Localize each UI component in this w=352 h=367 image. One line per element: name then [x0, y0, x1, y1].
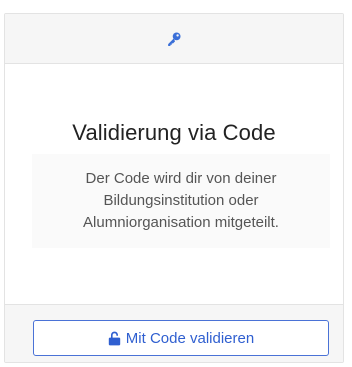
validate-button-label: Mit Code validieren	[125, 329, 255, 347]
key-icon	[168, 31, 181, 46]
description-box: Der Code wird dir von deiner Bildungsins…	[32, 154, 330, 248]
card-title: Validierung via Code	[72, 120, 276, 145]
validate-with-code-button[interactable]: Mit Code validieren	[33, 320, 329, 356]
unlock-icon	[108, 331, 120, 345]
card-footer: Mit Code validieren	[5, 304, 343, 362]
card-body: Validierung via Code Der Code wird dir v…	[5, 64, 343, 304]
validation-card: Validierung via Code Der Code wird dir v…	[4, 13, 344, 363]
description-text: Der Code wird dir von deiner Bildungsins…	[83, 170, 279, 231]
card-header	[5, 14, 343, 64]
